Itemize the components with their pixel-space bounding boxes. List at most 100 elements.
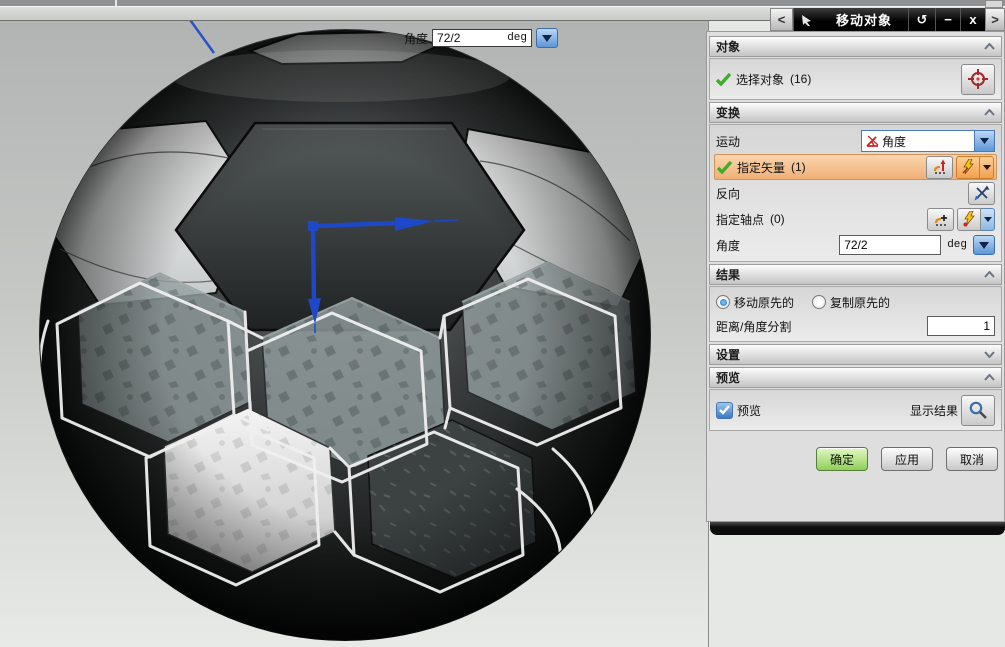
inferred-vector-button[interactable] (956, 156, 980, 179)
angle-overlay-field[interactable]: 72/2 deg (432, 29, 532, 47)
specify-vector-count: (1) (791, 160, 806, 174)
lightning-vector-icon (961, 159, 976, 175)
result-radio-row: 移动原先的 复制原先的 (714, 290, 997, 314)
close-button[interactable]: x (960, 8, 985, 31)
on-screen-angle-input: 角度 72/2 deg (404, 28, 558, 48)
dialog-bottom-edge[interactable] (710, 522, 1005, 535)
preview-group: 预览 显示结果 (709, 389, 1002, 431)
section-header-transform[interactable]: 变换 (709, 102, 1002, 123)
magnifier-icon (968, 400, 988, 420)
select-object-button[interactable] (961, 64, 995, 95)
motion-value: 角度 (882, 133, 974, 150)
vector-options-dropdown[interactable] (980, 156, 994, 179)
collapse-chevron-icon[interactable] (984, 109, 995, 116)
green-check-icon (716, 73, 731, 86)
ok-button[interactable]: 确定 (816, 447, 868, 471)
division-input[interactable] (927, 316, 995, 336)
division-label: 距离/角度分割 (716, 318, 791, 335)
move-original-radio[interactable] (716, 295, 730, 309)
motion-dropdown-arrow[interactable] (974, 131, 994, 151)
section-header-settings[interactable]: 设置 (709, 344, 1002, 365)
dialog-titlebar[interactable]: < 移动对象 ↺ − x > (770, 8, 1005, 31)
preview-checkbox[interactable] (716, 402, 733, 419)
section-header-result[interactable]: 结果 (709, 264, 1002, 285)
specify-pivot-label: 指定轴点 (716, 211, 764, 228)
preview-row: 预览 显示结果 (714, 393, 997, 427)
checkmark-icon (719, 405, 730, 415)
result-group: 移动原先的 复制原先的 距离/角度分割 (709, 286, 1002, 342)
apply-button[interactable]: 应用 (881, 447, 933, 471)
select-object-row[interactable]: 选择对象 (16) (714, 62, 997, 96)
soccer-ball-model[interactable] (0, 21, 708, 647)
point-dialog-button[interactable] (927, 208, 954, 231)
section-preview-label: 预览 (716, 369, 740, 386)
reset-icon: ↺ (917, 13, 928, 26)
back-button[interactable]: < (770, 8, 793, 31)
apply-button-label: 应用 (895, 451, 919, 468)
transform-group: 运动 角度 (709, 124, 1002, 262)
reset-button[interactable]: ↺ (908, 8, 935, 31)
select-object-label: 选择对象 (736, 71, 784, 88)
move-original-label: 移动原先的 (734, 294, 794, 311)
specify-vector-row[interactable]: 指定矢量 (1) (714, 154, 997, 180)
expand-chevron-icon[interactable] (984, 351, 995, 358)
section-header-preview[interactable]: 预览 (709, 367, 1002, 388)
angle-row: 角度 deg (714, 232, 997, 258)
section-transform-label: 变换 (716, 104, 740, 121)
show-result-button[interactable] (961, 395, 995, 426)
angle-input[interactable] (839, 235, 941, 255)
specify-vector-label: 指定矢量 (737, 159, 785, 176)
select-object-count: (16) (790, 72, 811, 86)
section-result-label: 结果 (716, 266, 740, 283)
dialog-title: 移动对象 (820, 8, 908, 31)
window-control-fragment (985, 0, 1003, 8)
lightning-point-icon (962, 211, 977, 227)
radio-selected-dot (720, 299, 727, 306)
motion-combo[interactable]: 角度 (861, 130, 995, 152)
angle-unit-dropdown-button[interactable] (973, 235, 995, 255)
reverse-direction-button[interactable] (968, 182, 995, 205)
angle-overlay-dropdown-button[interactable] (536, 28, 558, 48)
division-row: 距离/角度分割 (714, 314, 997, 338)
reverse-direction-label: 反向 (716, 185, 740, 202)
back-chevron-icon: < (778, 13, 786, 26)
drag-dialog-button[interactable] (793, 8, 820, 31)
next-button[interactable]: > (985, 8, 1005, 31)
reverse-direction-row: 反向 (714, 180, 997, 206)
move-object-dialog: 对象 选择对象 (16) (706, 31, 1005, 522)
point-dialog-icon (933, 211, 949, 227)
specify-pivot-row[interactable]: 指定轴点 (0) (714, 206, 997, 232)
crosshair-icon (967, 68, 989, 90)
angle-label: 角度 (716, 237, 740, 254)
angle-overlay-label: 角度 (404, 30, 428, 47)
angle-motion-icon (865, 134, 880, 148)
cursor-arrow-icon (801, 14, 813, 26)
cancel-button-label: 取消 (960, 451, 984, 468)
angle-overlay-unit: deg (507, 32, 527, 44)
minimize-icon: − (944, 13, 952, 26)
section-header-object[interactable]: 对象 (709, 36, 1002, 57)
angle-unit-label: deg (947, 239, 967, 251)
cancel-button[interactable]: 取消 (946, 447, 998, 471)
section-settings-label: 设置 (716, 346, 740, 363)
reverse-arrows-icon (974, 185, 990, 201)
motion-label: 运动 (716, 133, 740, 150)
collapse-chevron-icon[interactable] (984, 271, 995, 278)
preview-checkbox-label: 预览 (737, 402, 761, 419)
minimize-button[interactable]: − (935, 8, 960, 31)
collapse-chevron-icon[interactable] (984, 374, 995, 381)
object-group: 选择对象 (16) (709, 58, 1002, 100)
inferred-point-button[interactable] (957, 208, 981, 231)
copy-original-radio[interactable] (812, 295, 826, 309)
motion-row: 运动 角度 (714, 128, 997, 154)
collapse-chevron-icon[interactable] (984, 43, 995, 50)
copy-original-label: 复制原先的 (830, 294, 890, 311)
angle-overlay-value[interactable]: 72/2 (437, 31, 507, 45)
point-options-dropdown[interactable] (981, 208, 995, 231)
graphics-viewport[interactable]: 角度 72/2 deg (0, 21, 709, 647)
vector-dialog-button[interactable] (926, 156, 953, 179)
section-object-label: 对象 (716, 38, 740, 55)
vector-dialog-icon (932, 159, 948, 175)
show-result-label: 显示结果 (910, 402, 958, 419)
close-icon: x (969, 13, 976, 26)
